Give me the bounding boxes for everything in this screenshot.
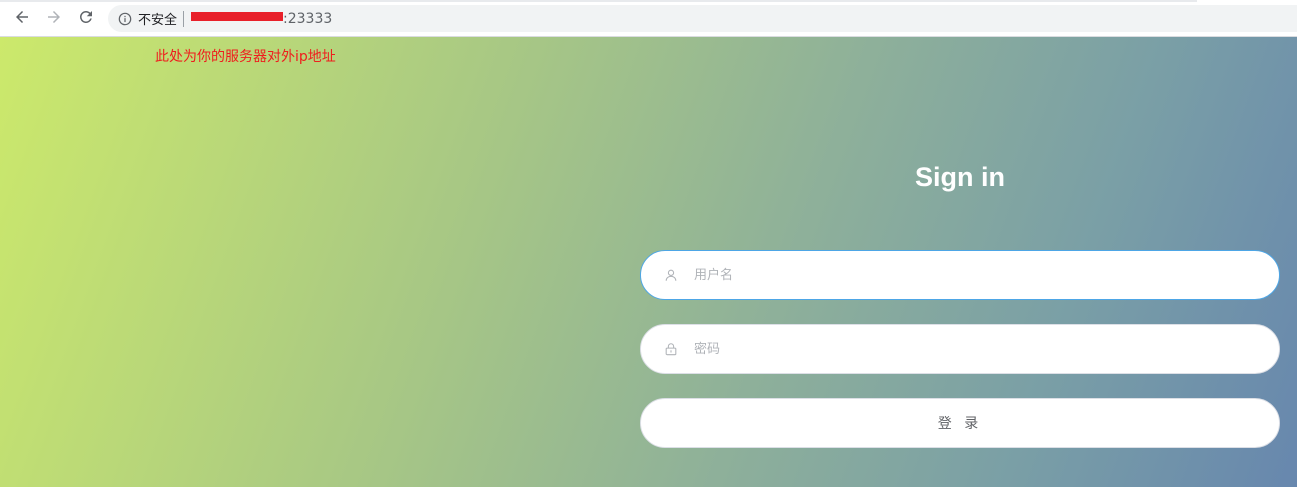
forward-arrow-icon (45, 8, 63, 30)
security-label[interactable]: 不安全 (138, 9, 177, 28)
password-field[interactable] (640, 324, 1280, 374)
back-button[interactable] (10, 7, 34, 31)
url-port[interactable]: :23333 (283, 11, 332, 27)
login-button[interactable]: 登 录 (640, 398, 1280, 448)
tab-strip-edge (0, 0, 1197, 2)
redacted-url-host (191, 12, 284, 21)
username-input[interactable] (692, 266, 1256, 284)
reload-icon (77, 8, 95, 30)
forward-button[interactable] (42, 7, 66, 31)
back-arrow-icon (13, 8, 31, 30)
username-field[interactable] (640, 250, 1280, 300)
browser-toolbar: 不安全 :23333 (0, 0, 1297, 37)
address-bar[interactable]: 不安全 :23333 (108, 5, 1297, 32)
address-divider (183, 10, 185, 27)
login-page: 此处为你的服务器对外ip地址 Sign in 登 录 (0, 37, 1297, 487)
annotation-text: 此处为你的服务器对外ip地址 (155, 49, 336, 65)
user-icon (664, 268, 678, 282)
password-input[interactable] (692, 340, 1256, 358)
reload-button[interactable] (74, 7, 98, 31)
info-icon[interactable] (118, 12, 132, 26)
page-title: Sign in (915, 162, 1005, 192)
lock-icon (664, 342, 678, 356)
